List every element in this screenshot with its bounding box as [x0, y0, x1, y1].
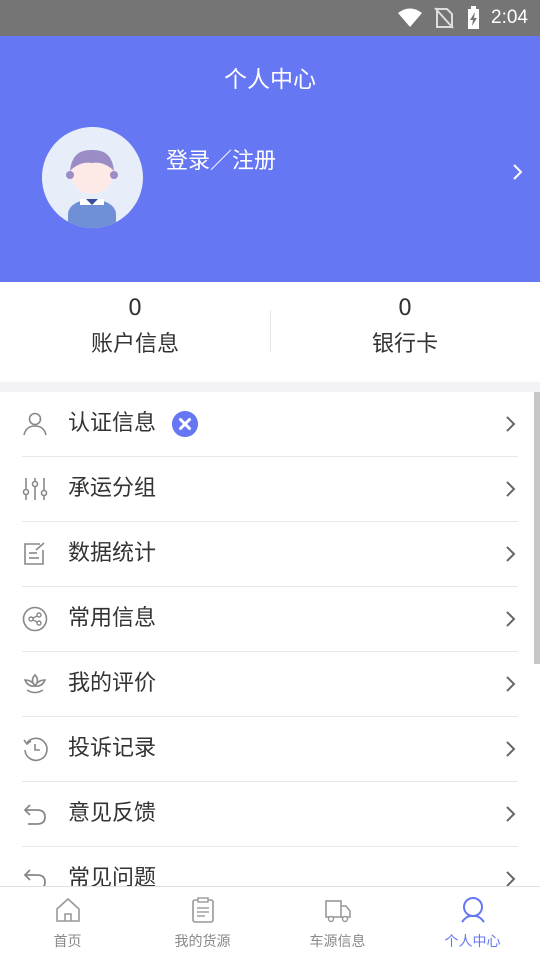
menu-item-feedback[interactable]: 意见反馈 — [22, 782, 518, 847]
sliders-icon — [22, 478, 48, 500]
menu-item-carrier-groups[interactable]: 承运分组 — [22, 457, 518, 522]
history-icon — [23, 737, 48, 762]
chevron-right-icon — [506, 806, 516, 822]
tab-label: 车源信息 — [309, 934, 366, 950]
page-title: 个人中心 — [224, 67, 316, 93]
chevron-right-icon — [506, 611, 516, 627]
chevron-right-icon — [506, 416, 516, 432]
chevron-right-icon — [506, 481, 516, 497]
menu-item-statistics[interactable]: 数据统计 — [22, 522, 518, 587]
menu-item-label: 认证信息 — [68, 411, 157, 436]
status-time: 2:04 — [491, 7, 528, 28]
menu-item-label: 我的评价 — [68, 671, 157, 696]
stat-label: 账户信息 — [90, 332, 179, 357]
share-icon — [22, 606, 48, 632]
chevron-right-icon — [506, 676, 516, 692]
person-icon — [461, 897, 485, 923]
battery-charging-icon — [468, 6, 480, 29]
menu-item-label: 承运分组 — [68, 476, 157, 501]
menu-item-my-reviews[interactable]: 我的评价 — [22, 652, 518, 717]
undo-icon — [23, 869, 46, 888]
avatar[interactable] — [42, 127, 143, 228]
menu-item-label: 数据统计 — [68, 541, 157, 566]
tab-my-cargo[interactable]: 我的货源 — [135, 887, 270, 960]
menu-item-label: 投诉记录 — [68, 736, 157, 761]
truck-icon — [325, 900, 351, 923]
tab-label: 我的货源 — [174, 934, 231, 950]
stat-value: 0 — [398, 296, 412, 321]
bottom-navigation: 首页 我的货源 车源信息 个人中心 — [0, 886, 540, 960]
home-icon — [56, 897, 80, 922]
menu-item-label: 常见问题 — [68, 866, 157, 888]
clipboard-icon — [192, 897, 214, 923]
chevron-right-icon[interactable] — [508, 160, 528, 184]
tab-vehicle-info[interactable]: 车源信息 — [270, 887, 405, 960]
scrollbar[interactable] — [534, 392, 540, 664]
menu-item-certification[interactable]: 认证信息 — [22, 392, 518, 457]
tab-label: 个人中心 — [444, 934, 501, 950]
menu-item-common-info[interactable]: 常用信息 — [22, 587, 518, 652]
chevron-right-icon — [506, 546, 516, 562]
chevron-right-icon — [506, 741, 516, 757]
stat-account-info[interactable]: 0 账户信息 — [0, 294, 270, 360]
no-sim-icon — [434, 7, 454, 29]
menu-item-label: 意见反馈 — [68, 801, 157, 826]
status-icons: 2:04 — [397, 0, 528, 36]
menu-item-label: 常用信息 — [68, 606, 157, 631]
chevron-right-icon — [506, 871, 516, 887]
tab-profile[interactable]: 个人中心 — [405, 887, 540, 960]
status-bar: 2:04 — [0, 0, 540, 36]
tab-home[interactable]: 首页 — [0, 887, 135, 960]
lotus-icon — [23, 673, 47, 694]
login-register-link[interactable]: 登录／注册 — [166, 143, 276, 175]
stat-value: 0 — [128, 296, 142, 321]
undo-icon — [23, 804, 46, 825]
stat-bank-card[interactable]: 0 银行卡 — [270, 294, 540, 360]
account-stats: 0 账户信息 0 银行卡 — [0, 282, 540, 382]
settings-menu: 认证信息 承运分组 数据统计 常用信息 我的评价 投诉记录 意见反馈 常见问题 — [0, 392, 540, 888]
user-icon — [23, 412, 47, 436]
edit-document-icon — [24, 542, 45, 565]
wifi-icon — [398, 8, 423, 27]
menu-item-complaints[interactable]: 投诉记录 — [22, 717, 518, 782]
menu-item-faq[interactable]: 常见问题 — [22, 847, 518, 888]
stat-label: 银行卡 — [371, 332, 438, 357]
avatar-illustration — [42, 127, 142, 228]
tab-label: 首页 — [53, 934, 82, 950]
close-icon — [172, 411, 198, 437]
